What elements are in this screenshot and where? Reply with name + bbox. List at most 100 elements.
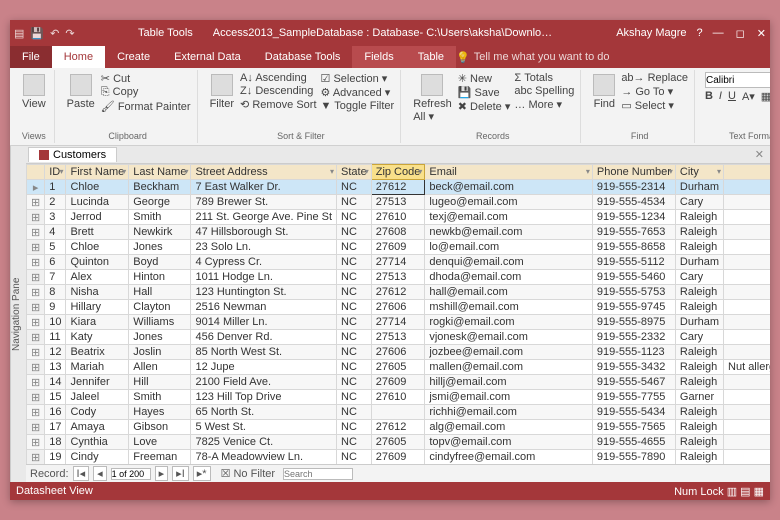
cell[interactable]: Cody xyxy=(66,405,129,420)
cell[interactable]: NC xyxy=(337,225,372,240)
column-header[interactable]: ▾ xyxy=(724,165,770,180)
cell[interactable]: Lucinda xyxy=(66,195,129,210)
cell[interactable] xyxy=(724,315,770,330)
cell[interactable]: 5 West St. xyxy=(191,420,337,435)
tab-home[interactable]: Home xyxy=(52,46,105,68)
cell[interactable]: mallen@email.com xyxy=(425,360,593,375)
cell[interactable]: NC xyxy=(337,405,372,420)
cell[interactable]: 65 North St. xyxy=(191,405,337,420)
cell[interactable]: NC xyxy=(337,210,372,225)
cell[interactable]: 27606 xyxy=(371,300,425,315)
cell[interactable]: NC xyxy=(337,300,372,315)
replace-button[interactable]: ab→ Replace xyxy=(621,72,688,84)
cell[interactable]: NC xyxy=(337,420,372,435)
column-header[interactable]: Email▾ xyxy=(425,165,593,180)
maximize-button[interactable]: ◻ xyxy=(736,27,745,40)
cell[interactable]: hall@email.com xyxy=(425,285,593,300)
cell[interactable]: Allen xyxy=(129,360,191,375)
cell[interactable]: Raleigh xyxy=(675,345,723,360)
selection-button[interactable]: ☑ Selection ▾ xyxy=(321,72,395,85)
nav-nofilter[interactable]: ☒ No Filter xyxy=(221,467,275,480)
cell[interactable]: 9 xyxy=(45,300,66,315)
cell[interactable]: Brett xyxy=(66,225,129,240)
row-selector[interactable]: ⊞ xyxy=(27,435,45,450)
cell[interactable]: Jerrod xyxy=(66,210,129,225)
cell[interactable] xyxy=(724,210,770,225)
cell[interactable]: 919-555-5460 xyxy=(592,270,675,285)
cell[interactable]: 919-555-2314 xyxy=(592,180,675,195)
cell[interactable] xyxy=(371,405,425,420)
column-header[interactable]: State▾ xyxy=(337,165,372,180)
cell[interactable]: jsmi@email.com xyxy=(425,390,593,405)
cell[interactable]: 919-555-1123 xyxy=(592,345,675,360)
cell[interactable]: 27714 xyxy=(371,255,425,270)
cell[interactable]: rogki@email.com xyxy=(425,315,593,330)
totals-button[interactable]: Σ Totals xyxy=(514,72,574,84)
column-header[interactable]: City▾ xyxy=(675,165,723,180)
cell[interactable] xyxy=(724,225,770,240)
cell[interactable]: lo@email.com xyxy=(425,240,593,255)
copy-button[interactable]: ⎘ Copy xyxy=(101,86,191,99)
cell[interactable]: 47 Hillsborough St. xyxy=(191,225,337,240)
cell[interactable]: 27610 xyxy=(371,390,425,405)
cell[interactable]: 27513 xyxy=(371,270,425,285)
tab-create[interactable]: Create xyxy=(105,46,162,68)
cell[interactable]: 4 Cypress Cr. xyxy=(191,255,337,270)
cell[interactable]: 12 Jupe xyxy=(191,360,337,375)
cell[interactable]: 27612 xyxy=(371,285,425,300)
cell[interactable]: 10 xyxy=(45,315,66,330)
cell[interactable]: vjonesk@email.com xyxy=(425,330,593,345)
fill-color-button[interactable]: ▦▾ xyxy=(761,90,770,103)
column-header[interactable]: Phone Number▾ xyxy=(592,165,675,180)
row-selector[interactable]: ⊞ xyxy=(27,225,45,240)
cell[interactable]: NC xyxy=(337,315,372,330)
cell[interactable]: 19 xyxy=(45,450,66,465)
cell[interactable]: 12 xyxy=(45,345,66,360)
cell[interactable] xyxy=(724,435,770,450)
column-header[interactable]: First Name▾ xyxy=(66,165,129,180)
delete-button[interactable]: ✖ Delete ▾ xyxy=(458,100,511,113)
cell[interactable]: Katy xyxy=(66,330,129,345)
doc-tab-customers[interactable]: Customers xyxy=(28,147,117,162)
cell[interactable]: newkb@email.com xyxy=(425,225,593,240)
cell[interactable]: 11 xyxy=(45,330,66,345)
cell[interactable]: Newkirk xyxy=(129,225,191,240)
cell[interactable]: Hall xyxy=(129,285,191,300)
cell[interactable] xyxy=(724,270,770,285)
column-header[interactable]: Last Name▾ xyxy=(129,165,191,180)
cell[interactable]: Joslin xyxy=(129,345,191,360)
cell[interactable]: Beatrix xyxy=(66,345,129,360)
advanced-button[interactable]: ⚙ Advanced ▾ xyxy=(321,86,395,99)
cell[interactable]: 78-A Meadowview Ln. xyxy=(191,450,337,465)
cell[interactable]: 919-555-8975 xyxy=(592,315,675,330)
cell[interactable]: Williams xyxy=(129,315,191,330)
cell[interactable]: 789 Brewer St. xyxy=(191,195,337,210)
refresh-button[interactable]: Refresh All ▾ xyxy=(411,72,454,125)
cell[interactable]: 919-555-5467 xyxy=(592,375,675,390)
cell[interactable]: NC xyxy=(337,375,372,390)
cell[interactable]: Smith xyxy=(129,210,191,225)
cell[interactable]: 1011 Hodge Ln. xyxy=(191,270,337,285)
cell[interactable] xyxy=(724,180,770,195)
cell[interactable]: 919-555-9745 xyxy=(592,300,675,315)
select-button[interactable]: ▭ Select ▾ xyxy=(621,99,688,112)
cell[interactable] xyxy=(724,390,770,405)
cell[interactable]: 123 Hill Top Drive xyxy=(191,390,337,405)
row-selector[interactable]: ⊞ xyxy=(27,195,45,210)
save-button[interactable]: 💾 Save xyxy=(458,86,511,99)
cell[interactable]: Quinton xyxy=(66,255,129,270)
cell[interactable]: cindyfree@email.com xyxy=(425,450,593,465)
cell[interactable]: 27609 xyxy=(371,450,425,465)
cell[interactable]: NC xyxy=(337,450,372,465)
cell[interactable]: richhi@email.com xyxy=(425,405,593,420)
cell[interactable]: Jones xyxy=(129,330,191,345)
row-selector[interactable]: ⊞ xyxy=(27,450,45,465)
cell[interactable]: 4 xyxy=(45,225,66,240)
doc-close-icon[interactable]: ✕ xyxy=(749,148,770,161)
cell[interactable]: NC xyxy=(337,390,372,405)
nav-last-button[interactable]: ▸I xyxy=(172,466,189,481)
cell[interactable]: 27605 xyxy=(371,360,425,375)
underline-button[interactable]: U xyxy=(728,90,736,103)
cell[interactable]: 919-555-7653 xyxy=(592,225,675,240)
cell[interactable]: 919-555-7755 xyxy=(592,390,675,405)
